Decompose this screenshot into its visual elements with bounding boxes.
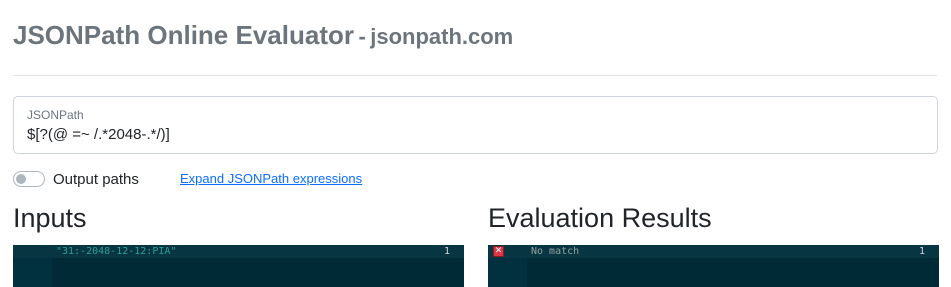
result-line-text: No match <box>531 246 580 257</box>
line-number: 1 <box>918 246 925 257</box>
editor-line[interactable]: 1 "31:-2048-12-12:PIA" <box>13 245 464 258</box>
input-line-text: "31:-2048-12-12:PIA" <box>56 246 177 257</box>
site-name: jsonpath.com <box>370 24 514 49</box>
error-x-icon: ✕ <box>493 246 504 257</box>
inputs-heading: Inputs <box>13 203 87 233</box>
title-separator: - <box>358 24 366 49</box>
results-editor[interactable]: ✕ 1 No match <box>488 245 939 287</box>
expand-jsonpath-link[interactable]: Expand JSONPath expressions <box>180 171 362 186</box>
output-paths-label: Output paths <box>53 170 139 188</box>
jsonpath-field[interactable]: JSONPath <box>13 96 938 154</box>
results-heading: Evaluation Results <box>488 203 712 233</box>
output-paths-option[interactable]: Output paths <box>13 170 139 188</box>
output-paths-toggle[interactable] <box>13 171 45 187</box>
jsonpath-label: JSONPath <box>27 108 84 122</box>
header-divider <box>13 75 937 76</box>
app-title: JSONPath Online Evaluator <box>13 20 354 50</box>
page: JSONPath Online Evaluator - jsonpath.com… <box>0 0 951 287</box>
inputs-editor[interactable]: 1 "31:-2048-12-12:PIA" <box>13 245 464 287</box>
editor-line: ✕ 1 No match <box>488 245 939 258</box>
jsonpath-input[interactable] <box>27 124 907 144</box>
page-title: JSONPath Online Evaluator - jsonpath.com <box>13 20 513 51</box>
line-number: 1 <box>443 246 450 257</box>
toggle-knob <box>16 174 26 184</box>
